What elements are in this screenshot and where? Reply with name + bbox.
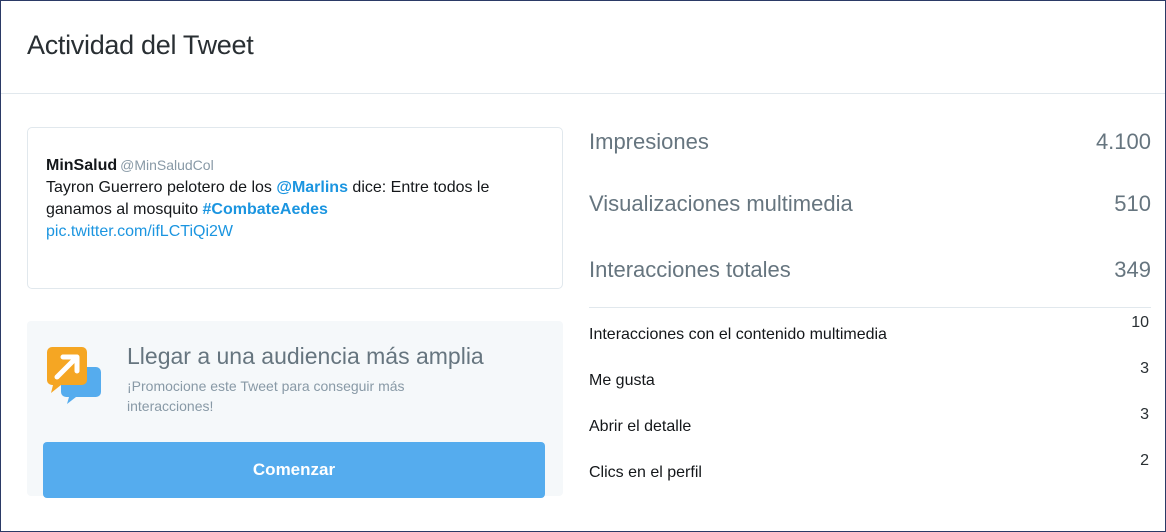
tweet-activity-dialog: Actividad del Tweet MinSalud @MinSaludCol… — [0, 0, 1166, 532]
metric-label: Interacciones con el contenido multimedi… — [589, 326, 887, 343]
metric-label: Clics en el perfil — [589, 464, 702, 481]
metric-label: Me gusta — [589, 372, 655, 389]
tweet-author-name[interactable]: MinSalud — [46, 157, 117, 174]
metric-value: 4.100 — [1095, 129, 1151, 154]
metric-media-engagements: Interacciones con el contenido multimedi… — [589, 308, 1159, 354]
metric-impressions: Impresiones 4.100 — [589, 121, 1159, 171]
metric-media-views: Visualizaciones multimedia 510 — [589, 171, 1159, 237]
promote-panel: Llegar a una audiencia más amplia ¡Promo… — [27, 321, 563, 498]
start-promotion-button[interactable]: Comenzar — [43, 442, 545, 498]
metric-profile-clicks: Clics en el perfil 2 — [589, 446, 1159, 492]
metric-label: Abrir el detalle — [589, 418, 692, 435]
tweet-mention-link[interactable]: @Marlins — [276, 179, 348, 196]
metric-value: 3 — [1140, 406, 1149, 423]
tweet-text: Tayron Guerrero pelotero de los @Marlins… — [46, 177, 544, 243]
metric-value: 10 — [1131, 314, 1149, 331]
left-column: MinSalud @MinSaludCol Tayron Guerrero pel… — [27, 127, 563, 498]
metric-detail-expands: Abrir el detalle 3 — [589, 400, 1159, 446]
metric-value: 349 — [1114, 257, 1151, 282]
metrics-panel: Impresiones 4.100 Visualizaciones multim… — [589, 121, 1159, 492]
metric-value: 2 — [1140, 452, 1149, 469]
metric-likes: Me gusta 3 — [589, 354, 1159, 400]
tweet-card[interactable]: MinSalud @MinSaludCol Tayron Guerrero pel… — [27, 127, 563, 289]
tweet-author: MinSalud @MinSaludCol — [46, 154, 544, 177]
tweet-hashtag-link[interactable]: #CombateAedes — [203, 201, 328, 218]
dialog-title: Actividad del Tweet — [27, 29, 254, 60]
promote-title: Llegar a una audiencia más amplia — [127, 343, 484, 369]
metric-value: 3 — [1140, 360, 1149, 377]
metric-label: Impresiones — [589, 129, 709, 154]
tweet-text-part-1: Tayron Guerrero pelotero de los — [46, 179, 277, 196]
tweet-author-handle[interactable]: @MinSaludCol — [120, 157, 214, 173]
dialog-header: Actividad del Tweet — [1, 1, 1165, 94]
metric-label: Interacciones totales — [589, 257, 791, 282]
promote-subtitle: ¡Promocione este Tweet para conseguir má… — [127, 378, 405, 414]
tweet-media-link[interactable]: pic.twitter.com/ifLCTiQi2W — [46, 223, 233, 240]
metric-total-engagements: Interacciones totales 349 — [589, 237, 1159, 303]
metric-label: Visualizaciones multimedia — [589, 191, 853, 216]
promote-arrow-icon — [43, 341, 107, 405]
metric-value: 510 — [1114, 191, 1151, 216]
